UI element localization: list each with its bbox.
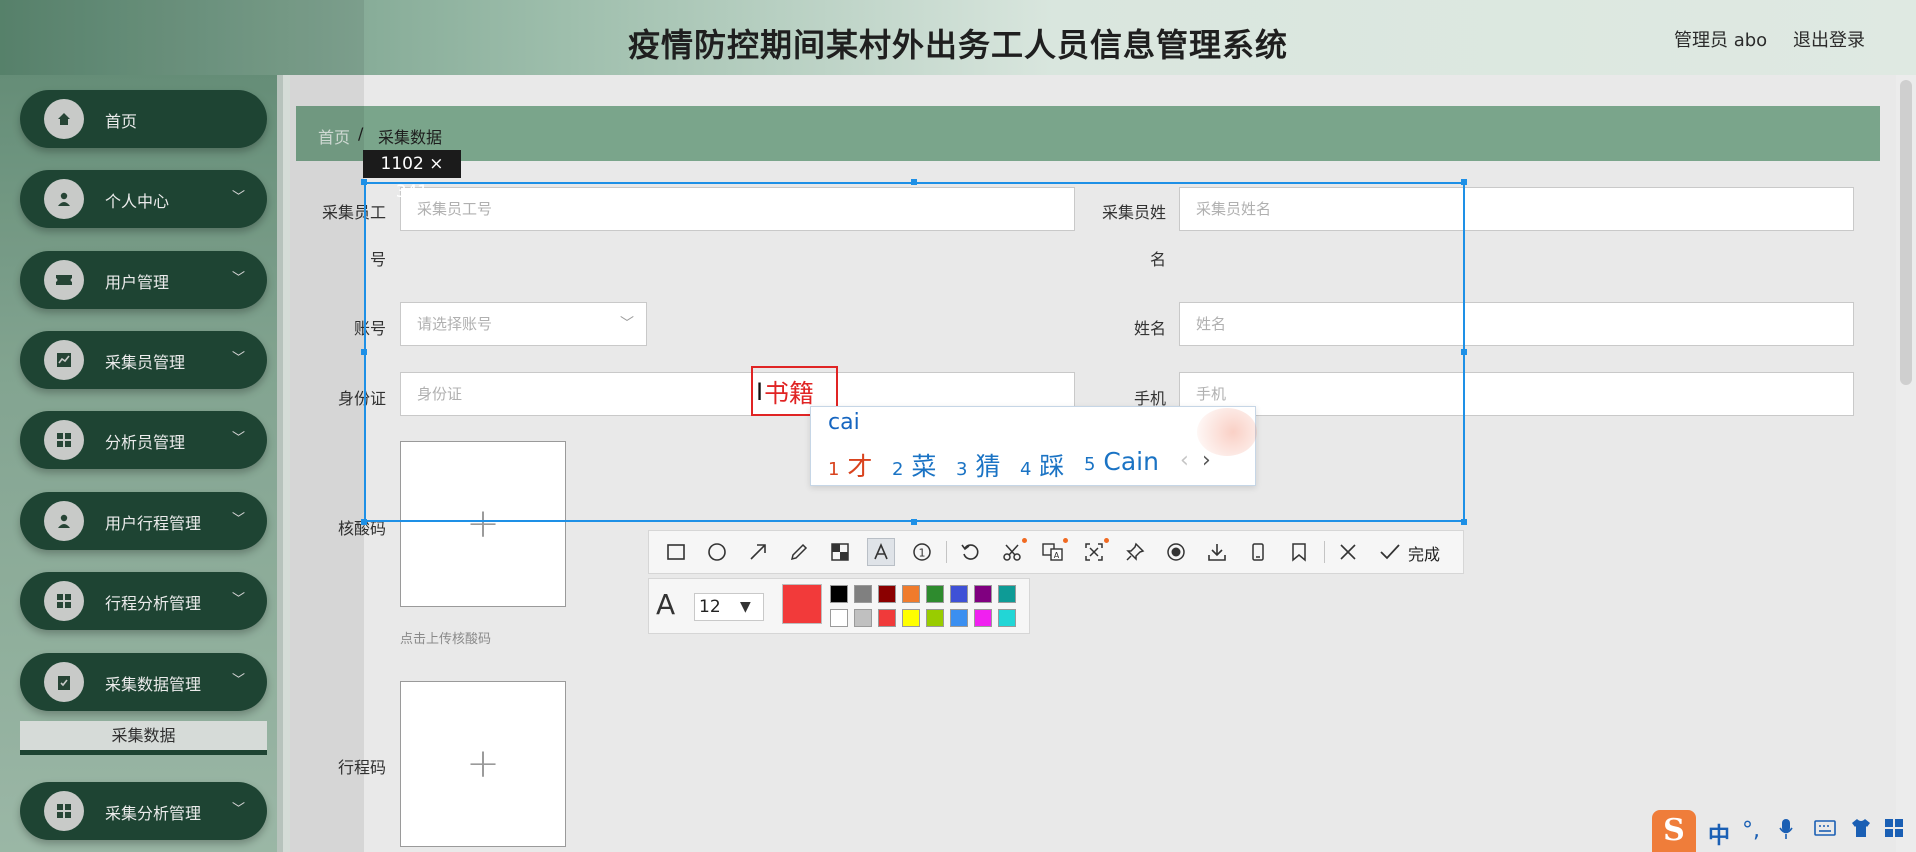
resize-handle[interactable]: [361, 349, 367, 355]
check-icon[interactable]: [1378, 540, 1402, 564]
ime-candidate[interactable]: 1 才: [828, 447, 872, 483]
arrow-tool-icon[interactable]: [746, 540, 770, 564]
record-icon[interactable]: [1164, 540, 1188, 564]
pencil-tool-icon[interactable]: [787, 540, 811, 564]
logout-link[interactable]: 退出登录: [1793, 26, 1865, 52]
ime-mode-indicator[interactable]: 中: [1708, 818, 1730, 850]
ellipse-tool-icon[interactable]: [705, 540, 729, 564]
color-swatch[interactable]: [974, 585, 992, 603]
pin-icon[interactable]: [1123, 540, 1147, 564]
color-swatch[interactable]: [902, 609, 920, 627]
color-swatch[interactable]: [878, 609, 896, 627]
svg-text:A: A: [1054, 551, 1060, 560]
skin-shirt-icon[interactable]: [1850, 818, 1872, 844]
color-swatch[interactable]: [902, 585, 920, 603]
annotation-text[interactable]: 书籍: [764, 374, 814, 410]
toolbar-divider: [946, 541, 947, 563]
ime-next-page-icon[interactable]: ›: [1202, 448, 1211, 473]
page-scrollbar-thumb[interactable]: [1900, 80, 1912, 385]
new-feature-dot: [1104, 538, 1109, 543]
nucleic-code-hint: 点击上传核酸码: [400, 632, 492, 647]
ocr-scan-icon[interactable]: [1082, 540, 1106, 564]
resize-handle[interactable]: [1461, 179, 1467, 185]
color-swatch[interactable]: [926, 609, 944, 627]
ime-composition: cai: [828, 410, 860, 435]
toolbox-grid-icon[interactable]: [1884, 818, 1904, 844]
ime-candidate[interactable]: 4 踩: [1020, 447, 1064, 483]
scissors-icon[interactable]: [1000, 540, 1024, 564]
color-swatch[interactable]: [830, 609, 848, 627]
color-swatch[interactable]: [998, 609, 1016, 627]
mosaic-tool-icon[interactable]: [828, 540, 852, 564]
color-swatch[interactable]: [974, 609, 992, 627]
color-swatch[interactable]: [950, 585, 968, 603]
color-swatch[interactable]: [926, 585, 944, 603]
download-icon[interactable]: [1205, 540, 1229, 564]
text-tool-icon[interactable]: [867, 538, 895, 566]
toolbar-divider: [1324, 541, 1325, 563]
text-cursor-icon: I: [756, 378, 764, 406]
number-marker-tool-icon[interactable]: 1: [910, 540, 934, 564]
sogou-ime-logo[interactable]: S: [1652, 810, 1696, 852]
resize-handle[interactable]: [911, 519, 917, 525]
done-button[interactable]: 完成: [1408, 541, 1440, 565]
color-swatch[interactable]: [854, 609, 872, 627]
capture-dim-overlay: [0, 0, 364, 852]
itinerary-code-upload[interactable]: +: [400, 681, 566, 847]
svg-text:1: 1: [919, 547, 926, 560]
color-swatch[interactable]: [878, 585, 896, 603]
current-color-swatch[interactable]: [782, 584, 822, 624]
resize-handle[interactable]: [361, 179, 367, 185]
capture-size-badge: 1102 × 341: [363, 150, 461, 202]
ime-candidate[interactable]: 2 菜: [892, 447, 936, 483]
font-size-select[interactable]: 12: [694, 593, 764, 621]
breadcrumb: [296, 106, 1880, 161]
ime-candidate[interactable]: 5 Cain: [1084, 447, 1159, 476]
resize-handle[interactable]: [361, 519, 367, 525]
rectangle-tool-icon[interactable]: [664, 540, 688, 564]
keyboard-icon[interactable]: [1814, 818, 1836, 843]
breadcrumb-current: 采集数据: [378, 128, 443, 147]
color-swatch[interactable]: [950, 609, 968, 627]
resize-handle[interactable]: [1461, 519, 1467, 525]
undo-icon[interactable]: [958, 540, 982, 564]
plus-icon: +: [466, 741, 500, 787]
resize-handle[interactable]: [1461, 349, 1467, 355]
new-feature-dot: [1022, 538, 1027, 543]
color-swatch[interactable]: [854, 585, 872, 603]
color-swatch[interactable]: [998, 585, 1016, 603]
translate-icon[interactable]: A: [1041, 540, 1065, 564]
close-icon[interactable]: [1336, 540, 1360, 564]
new-feature-dot: [1063, 538, 1068, 543]
ime-candidate[interactable]: 3 猜: [956, 447, 1000, 483]
ime-prev-page-icon[interactable]: ‹: [1180, 448, 1189, 473]
ime-punct-indicator[interactable]: °,: [1742, 818, 1760, 843]
send-to-phone-icon[interactable]: [1246, 540, 1270, 564]
font-icon: A: [656, 588, 676, 621]
bookmark-icon[interactable]: [1287, 540, 1311, 564]
color-swatch[interactable]: [830, 585, 848, 603]
microphone-icon[interactable]: [1778, 818, 1794, 846]
admin-label: 管理员 abo: [1674, 30, 1768, 51]
caret-down-icon: ▼: [740, 599, 751, 615]
resize-handle[interactable]: [911, 179, 917, 185]
